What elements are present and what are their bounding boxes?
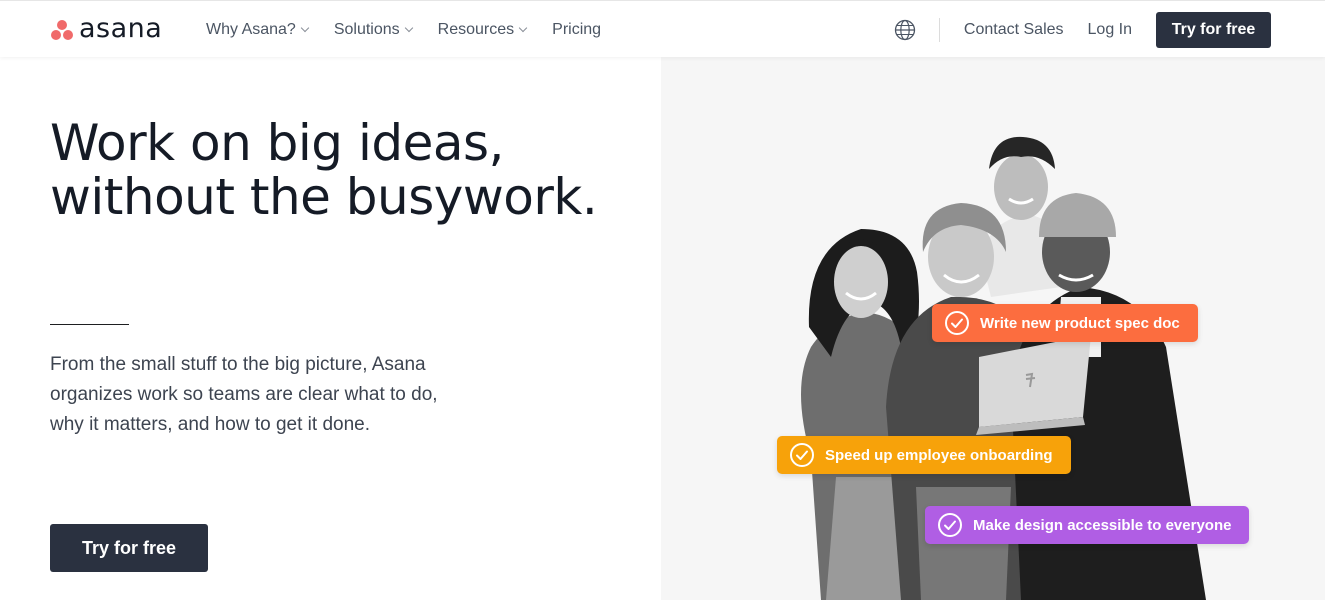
asana-logo-icon: [50, 18, 75, 40]
contact-sales-link[interactable]: Contact Sales: [964, 21, 1064, 39]
check-circle-icon: [938, 513, 962, 537]
headline-line-1: Work on big ideas,: [50, 114, 504, 172]
nav-divider: [938, 17, 940, 42]
headline-line-2: without the busywork.: [50, 168, 598, 226]
check-circle-icon: [945, 311, 969, 335]
chevron-down-icon: [300, 23, 310, 33]
check-circle-icon: [790, 443, 814, 467]
task-chip-product-spec: Write new product spec doc: [932, 304, 1198, 342]
nav-solutions-label: Solutions: [333, 20, 400, 38]
hero-divider: [50, 324, 129, 325]
primary-nav: Why Asana? Solutions Resources Pricing: [206, 1, 627, 58]
chevron-down-icon: [404, 23, 413, 33]
nav-pricing-label: Pricing: [552, 20, 602, 38]
brand-name: asana: [79, 13, 163, 44]
hero-headline: Work on big ideas, without the busywork.: [50, 116, 630, 224]
task-chip-label: Write new product spec doc: [980, 314, 1180, 332]
secondary-nav: Contact Sales Log In Try for free: [894, 1, 1271, 58]
try-for-free-nav-button[interactable]: Try for free: [1156, 11, 1271, 48]
task-chip-accessibility: Make design accessible to everyone: [925, 506, 1250, 544]
nav-why-asana[interactable]: Why Asana?: [206, 20, 310, 39]
globe-icon[interactable]: [894, 19, 916, 41]
chevron-down-icon: [518, 23, 528, 33]
task-chip-label: Make design accessible to everyone: [973, 516, 1232, 534]
nav-resources-label: Resources: [437, 20, 515, 38]
try-for-free-hero-button[interactable]: Try for free: [50, 524, 208, 572]
hero-subcopy: From the small stuff to the big picture,…: [50, 354, 438, 435]
top-navigation: asana Why Asana? Solutions Resources Pri…: [0, 0, 1325, 57]
nav-pricing[interactable]: Pricing: [552, 21, 601, 39]
nav-resources[interactable]: Resources: [437, 20, 528, 39]
asana-logo[interactable]: asana: [50, 15, 162, 43]
task-chip-onboarding: Speed up employee onboarding: [777, 436, 1071, 474]
nav-why-asana-label: Why Asana?: [206, 20, 296, 38]
nav-solutions[interactable]: Solutions: [333, 20, 413, 39]
log-in-link[interactable]: Log In: [1088, 21, 1132, 39]
task-chip-label: Speed up employee onboarding: [825, 446, 1053, 464]
